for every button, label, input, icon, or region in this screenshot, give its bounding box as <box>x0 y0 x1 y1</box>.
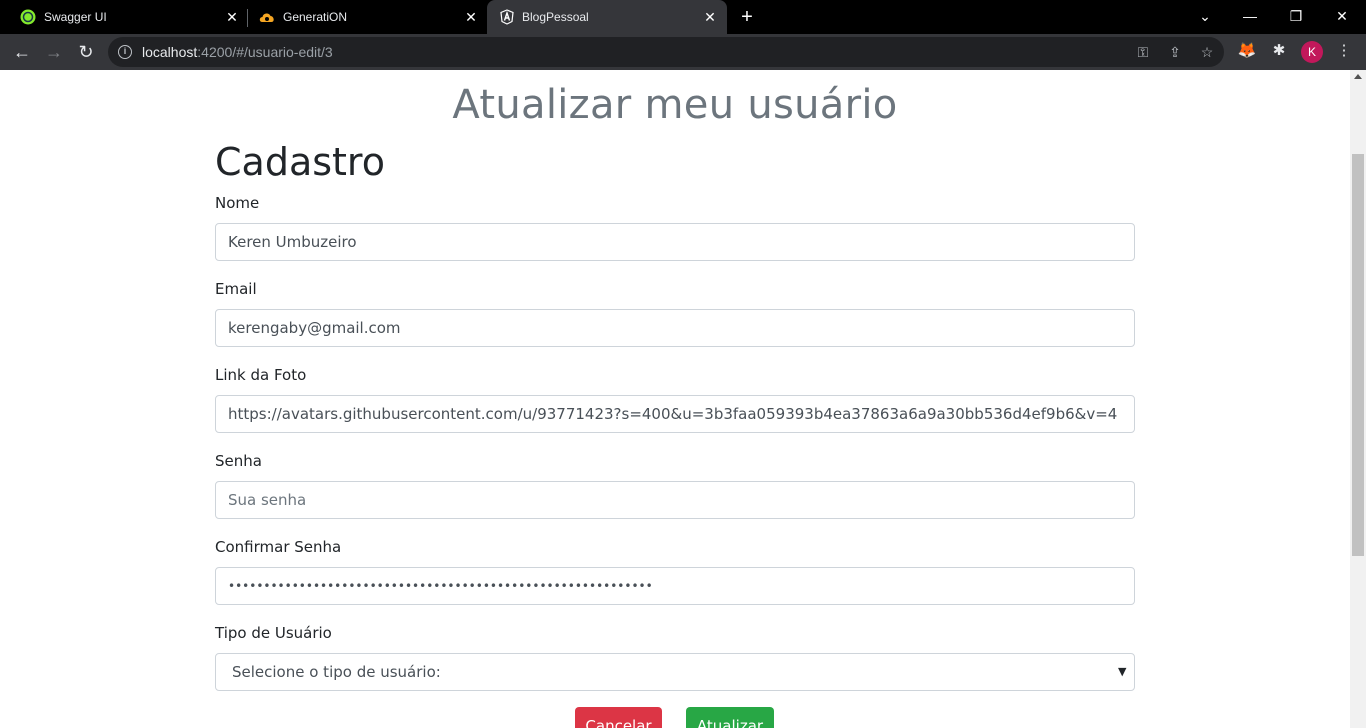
menu-kebab-icon[interactable]: ⋮ <box>1334 41 1354 61</box>
profile-avatar[interactable]: K <box>1301 41 1323 63</box>
tab-title: BlogPessoal <box>522 10 589 24</box>
email-input[interactable]: kerengaby@gmail.com <box>215 309 1135 347</box>
reload-icon[interactable]: ↻ <box>74 40 98 64</box>
chevron-down-icon: ▼ <box>1118 665 1127 678</box>
tipo-usuario-select[interactable]: Selecione o tipo de usuário: ▼ <box>215 653 1135 691</box>
extensions-puzzle-icon[interactable]: ✱ <box>1269 41 1289 61</box>
share-icon[interactable]: ⇪ <box>1167 44 1183 60</box>
tab-swagger-ui[interactable]: Swagger UI ✕ <box>0 0 246 34</box>
scroll-up-icon[interactable] <box>1354 74 1362 79</box>
senha-input[interactable]: Sua senha <box>215 481 1135 519</box>
new-tab-button[interactable]: + <box>736 6 758 28</box>
confirmar-senha-label: Confirmar Senha <box>215 538 342 556</box>
close-icon[interactable]: ✕ <box>224 9 240 25</box>
browser-toolbar: ← → ↻ i localhost:4200/#/usuario-edit/3 … <box>0 34 1366 70</box>
key-icon[interactable]: ⚿ <box>1135 44 1151 60</box>
close-window-button[interactable]: ✕ <box>1330 4 1354 28</box>
tab-title: GeneratiON <box>283 10 348 24</box>
email-label: Email <box>215 280 257 298</box>
page-title: Atualizar meu usuário <box>452 82 898 128</box>
star-icon[interactable]: ☆ <box>1199 44 1215 60</box>
scroll-thumb[interactable] <box>1352 154 1364 556</box>
tab-blogpessoal[interactable]: BlogPessoal ✕ <box>487 0 727 34</box>
nome-label: Nome <box>215 194 260 212</box>
info-icon[interactable]: i <box>118 45 132 59</box>
metamask-fox-icon[interactable]: 🦊 <box>1237 41 1257 61</box>
select-value: Selecione o tipo de usuário: <box>232 663 441 681</box>
minimize-button[interactable]: — <box>1238 4 1262 28</box>
swagger-icon <box>20 9 36 25</box>
tab-search-chevron-icon[interactable]: ⌄ <box>1193 4 1217 28</box>
tab-title: Swagger UI <box>44 10 107 24</box>
foto-label: Link da Foto <box>215 366 307 384</box>
form-title: Cadastro <box>215 140 385 184</box>
tab-generation[interactable]: GeneratiON ✕ <box>239 0 485 34</box>
address-bar[interactable]: i localhost:4200/#/usuario-edit/3 ⚿ ⇪ ☆ <box>108 37 1224 67</box>
url-text: localhost:4200/#/usuario-edit/3 <box>142 44 333 60</box>
page-scrollbar[interactable] <box>1350 70 1366 728</box>
update-button[interactable]: Atualizar <box>686 707 774 728</box>
senha-label: Senha <box>215 452 262 470</box>
confirmar-senha-input[interactable]: ••••••••••••••••••••••••••••••••••••••••… <box>215 567 1135 605</box>
restore-button[interactable]: ❐ <box>1284 4 1308 28</box>
close-icon[interactable]: ✕ <box>463 9 479 25</box>
back-arrow-icon[interactable]: ← <box>10 40 34 64</box>
foto-url-input[interactable]: https://avatars.githubusercontent.com/u/… <box>215 395 1135 433</box>
nome-input[interactable]: Keren Umbuzeiro <box>215 223 1135 261</box>
cloud-icon <box>259 13 274 22</box>
browser-tabstrip: Swagger UI ✕ GeneratiON ✕ BlogPessoal ✕ … <box>0 0 1366 34</box>
angular-icon <box>500 9 514 25</box>
close-icon[interactable]: ✕ <box>702 9 718 25</box>
forward-arrow-icon[interactable]: → <box>42 40 66 64</box>
cancel-button[interactable]: Cancelar <box>575 707 662 728</box>
tipo-usuario-label: Tipo de Usuário <box>215 624 332 642</box>
page-content: Atualizar meu usuário Cadastro Nome Kere… <box>0 70 1350 728</box>
